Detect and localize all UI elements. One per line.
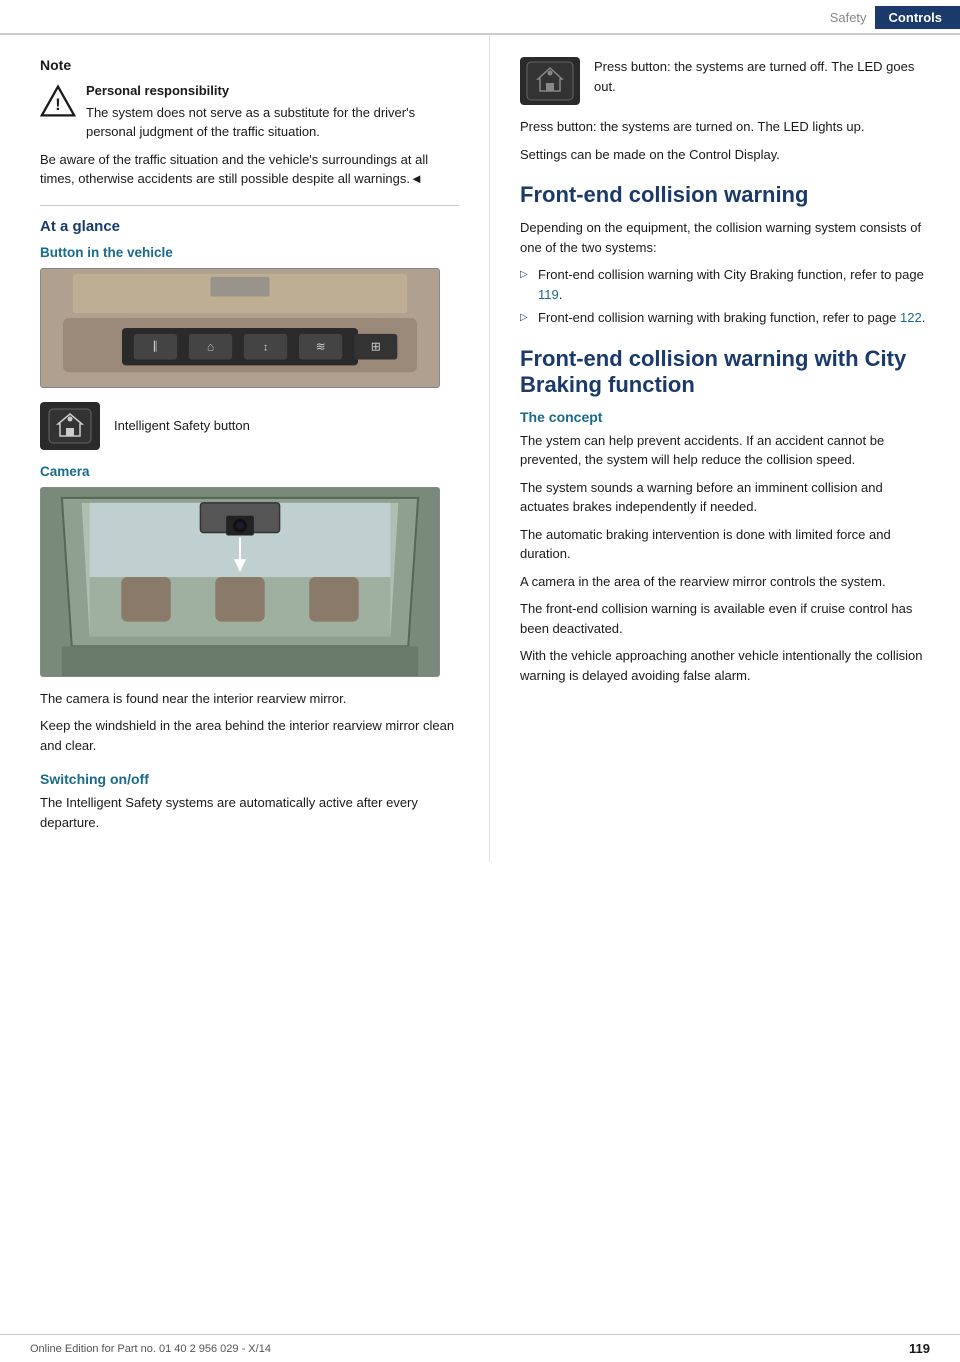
concept4: A camera in the area of the rearview mir… xyxy=(520,572,930,592)
bullet1: Front-end collision warning with City Br… xyxy=(520,265,930,304)
switching-heading: Switching on/off xyxy=(40,771,459,787)
collision-city-heading: Front-end collision warning with City Br… xyxy=(520,346,930,399)
concept6: With the vehicle approaching another veh… xyxy=(520,646,930,685)
right-column: Press button: the systems are turned off… xyxy=(490,35,960,862)
personal-responsibility: Personal responsibility xyxy=(86,81,459,101)
camera-text1: The camera is found near the interior re… xyxy=(40,689,459,709)
page-content: Note ! Personal responsibility The syste… xyxy=(0,35,960,862)
note-body1: The system does not serve as a substitut… xyxy=(86,105,415,140)
left-column: Note ! Personal responsibility The syste… xyxy=(0,35,490,862)
vehicle-interior-svg: 𝄃 ⌂ ↕ ≋ ⊞ xyxy=(41,269,439,387)
switching-text: The Intelligent Safety systems are autom… xyxy=(40,793,459,832)
bullet1-text: Front-end collision warning with City Br… xyxy=(538,267,924,302)
page-header: Safety Controls xyxy=(0,0,960,35)
button-in-vehicle-heading: Button in the vehicle xyxy=(40,245,459,260)
concept3: The automatic braking intervention is do… xyxy=(520,525,930,564)
svg-text:!: ! xyxy=(55,96,60,114)
collision-warning-heading: Front-end collision warning xyxy=(520,182,930,208)
isb-icon-box xyxy=(40,402,100,450)
isb-row: Intelligent Safety button xyxy=(40,402,459,450)
concept1: The ystem can help prevent accidents. If… xyxy=(520,431,930,470)
footer-text: Online Edition for Part no. 01 40 2 956 … xyxy=(30,1343,271,1355)
header-safety-label: Safety xyxy=(830,10,875,25)
isb-off-icon xyxy=(526,61,574,101)
press-off-text: Press button: the systems are turned off… xyxy=(594,57,930,96)
bullet1-link[interactable]: 119 xyxy=(538,287,559,302)
page-footer: Online Edition for Part no. 01 40 2 956 … xyxy=(0,1334,960,1362)
note-section: ! Personal responsibility The system doe… xyxy=(40,81,459,142)
warning-triangle-icon: ! xyxy=(40,83,76,119)
svg-text:↕: ↕ xyxy=(263,341,268,353)
camera-image xyxy=(40,487,440,677)
page-number: 119 xyxy=(909,1341,930,1356)
svg-text:⊞: ⊞ xyxy=(371,339,381,353)
vehicle-button-image: 𝄃 ⌂ ↕ ≋ ⊞ xyxy=(40,268,440,388)
press-btn-off-row: Press button: the systems are turned off… xyxy=(520,57,930,105)
svg-text:≋: ≋ xyxy=(316,339,326,353)
concept5: The front-end collision warning is avail… xyxy=(520,599,930,638)
collision-bullet-list: Front-end collision warning with City Br… xyxy=(520,265,930,328)
camera-interior-svg xyxy=(41,488,439,676)
bullet2: Front-end collision warning with braking… xyxy=(520,308,930,328)
isb-icon xyxy=(48,408,92,444)
isb-label: Intelligent Safety button xyxy=(114,418,250,433)
collision-intro: Depending on the equipment, the collisio… xyxy=(520,218,930,257)
bullet2-link[interactable]: 122 xyxy=(900,310,922,325)
camera-text2: Keep the windshield in the area behind t… xyxy=(40,716,459,755)
press-on-text: Press button: the systems are turned on.… xyxy=(520,117,930,137)
press-btn-off-icon xyxy=(520,57,580,105)
camera-heading: Camera xyxy=(40,464,459,479)
note-body2: Be aware of the traffic situation and th… xyxy=(40,150,459,189)
svg-text:⌂: ⌂ xyxy=(207,339,214,353)
concept-heading: The concept xyxy=(520,409,930,425)
section-divider xyxy=(40,205,459,206)
header-controls-label: Controls xyxy=(875,6,960,29)
bullet2-text: Front-end collision warning with braking… xyxy=(538,310,925,325)
at-glance-heading: At a glance xyxy=(40,218,459,235)
note-title: Note xyxy=(40,57,459,73)
note-text: Personal responsibility The system does … xyxy=(86,81,459,142)
concept2: The system sounds a warning before an im… xyxy=(520,478,930,517)
settings-text: Settings can be made on the Control Disp… xyxy=(520,145,930,165)
